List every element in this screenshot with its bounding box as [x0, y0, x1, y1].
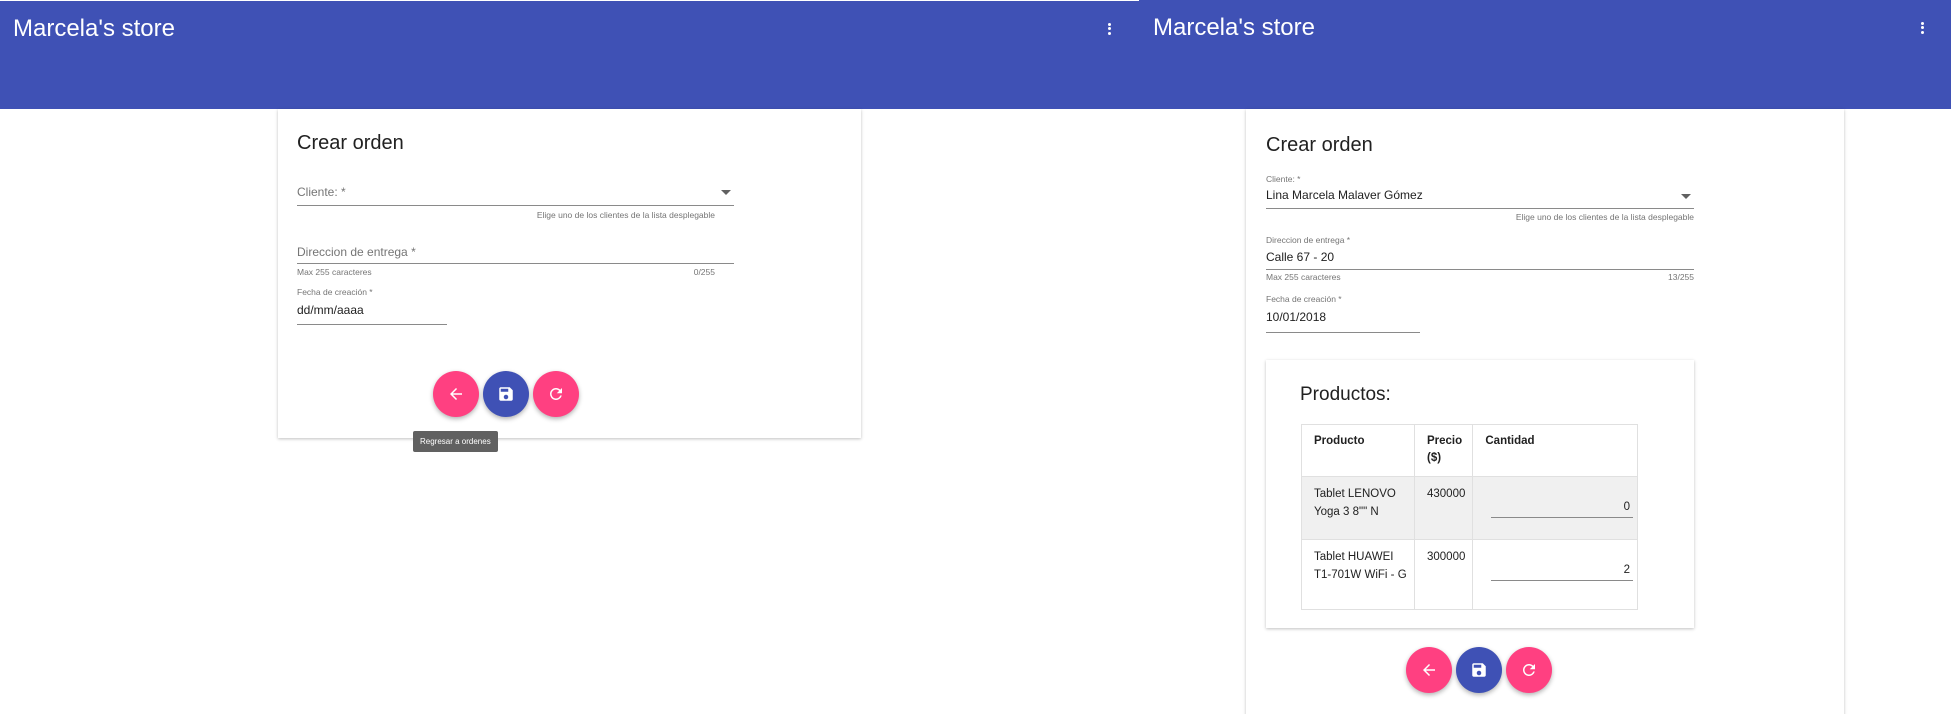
refresh-icon — [1522, 664, 1535, 676]
fecha-value: 10/01/2018 — [1266, 310, 1327, 324]
direccion-value: Calle 67 - 20 — [1266, 250, 1335, 264]
fecha-label: Fecha de creación * — [297, 287, 373, 297]
save-icon — [1472, 663, 1486, 677]
product-qty-cell: 0 — [1472, 476, 1638, 540]
direccion-input[interactable]: Direccion de entrega * Calle 67 - 20 — [1266, 235, 1694, 277]
quantity-underline — [1491, 580, 1633, 581]
column-header-precio: Precio ($) — [1413, 424, 1474, 477]
back-button-tooltip: Regresar a ordenes — [413, 431, 498, 452]
back-button[interactable] — [433, 371, 479, 417]
save-icon — [499, 387, 513, 401]
refresh-button[interactable] — [533, 371, 579, 417]
column-header-producto: Producto — [1301, 424, 1415, 477]
product-qty-cell: 2 — [1472, 539, 1638, 610]
fecha-underline — [1266, 332, 1420, 333]
cliente-label: Cliente: * — [297, 185, 346, 199]
product-price: 430000 — [1413, 476, 1474, 540]
direccion-underline — [1266, 269, 1694, 270]
product-name: Tablet HUAWEI T1-701W WiFi - G — [1301, 539, 1415, 610]
direccion-label: Direccion de entrega * — [1266, 235, 1351, 245]
cliente-select[interactable]: Cliente: * — [297, 185, 734, 206]
direccion-label: Direccion de entrega * — [297, 245, 416, 259]
column-header-cantidad: Cantidad — [1472, 424, 1638, 477]
order-form-card: Crear orden Cliente: * Elige uno de los … — [278, 109, 861, 438]
cliente-underline — [297, 205, 734, 206]
cliente-value: Lina Marcela Malaver Gómez — [1266, 188, 1423, 202]
direccion-hint: Max 255 caracteres — [1266, 272, 1341, 282]
cliente-hint: Elige uno de los clientes de la lista de… — [1515, 212, 1694, 222]
direccion-counter: 13/255 — [1668, 272, 1694, 282]
app-title: Marcela's store — [1153, 14, 1315, 41]
form-title: Crear orden — [1266, 134, 1373, 156]
table-header-row: Producto Precio ($) Cantidad — [1301, 424, 1638, 477]
direccion-hint: Max 255 caracteres — [297, 267, 372, 277]
refresh-button[interactable] — [1506, 647, 1552, 693]
fecha-input[interactable]: Fecha de creación * 10/01/2018 — [1266, 294, 1420, 334]
quantity-input[interactable]: 0 — [1485, 485, 1633, 527]
table-row: Tablet LENOVO Yoga 3 8"" N 430000 0 — [1301, 476, 1638, 540]
save-button[interactable] — [483, 371, 529, 417]
table-row: Tablet HUAWEI T1-701W WiFi - G 300000 2 — [1301, 539, 1638, 610]
quantity-underline — [1491, 517, 1633, 518]
more-vert-icon[interactable] — [1917, 20, 1927, 38]
direccion-counter: 0/255 — [693, 267, 715, 277]
chevron-down-icon — [721, 190, 731, 195]
form-title: Crear orden — [297, 132, 404, 154]
quantity-value: 0 — [1623, 501, 1630, 513]
screen-filled-form: Marcela's store Crear orden Cliente: * L… — [1139, 0, 1951, 714]
screen-empty-form: Marcela's store Crear orden Cliente: * E… — [0, 0, 1139, 714]
fecha-underline — [297, 324, 447, 325]
refresh-icon — [549, 388, 562, 400]
cliente-hint: Elige uno de los clientes de la lista de… — [536, 210, 715, 220]
fecha-label: Fecha de creación * — [1266, 294, 1342, 304]
app-toolbar: Marcela's store — [1139, 0, 1951, 109]
products-table: Producto Precio ($) Cantidad Tablet LENO… — [1301, 424, 1638, 610]
fecha-value: dd/mm/aaaa — [297, 303, 364, 317]
save-button[interactable] — [1456, 647, 1502, 693]
app-toolbar: Marcela's store — [0, 1, 1139, 109]
order-form-card: Crear orden Cliente: * Lina Marcela Mala… — [1246, 109, 1844, 714]
stage: Marcela's store Crear orden Cliente: * E… — [0, 0, 1951, 714]
product-price: 300000 — [1413, 539, 1474, 610]
cliente-select[interactable]: Cliente: * Lina Marcela Malaver Gómez — [1266, 174, 1694, 216]
quantity-value: 2 — [1623, 564, 1630, 576]
quantity-input[interactable]: 2 — [1485, 548, 1633, 590]
products-title: Productos: — [1300, 384, 1391, 405]
direccion-input[interactable]: Direccion de entrega * — [297, 245, 734, 265]
arrow-left-icon — [450, 388, 462, 400]
product-name: Tablet LENOVO Yoga 3 8"" N — [1301, 476, 1415, 540]
cliente-label: Cliente: * — [1266, 174, 1301, 184]
fecha-input[interactable]: Fecha de creación * dd/mm/aaaa — [297, 287, 447, 327]
app-title: Marcela's store — [13, 15, 175, 42]
cliente-underline — [1266, 208, 1694, 209]
direccion-underline — [297, 263, 734, 264]
chevron-down-icon — [1681, 194, 1691, 199]
back-button[interactable] — [1406, 647, 1452, 693]
more-vert-icon[interactable] — [1104, 21, 1114, 39]
arrow-left-icon — [1423, 664, 1435, 676]
products-card: Productos: Producto Precio ($) Cantidad … — [1266, 360, 1694, 628]
